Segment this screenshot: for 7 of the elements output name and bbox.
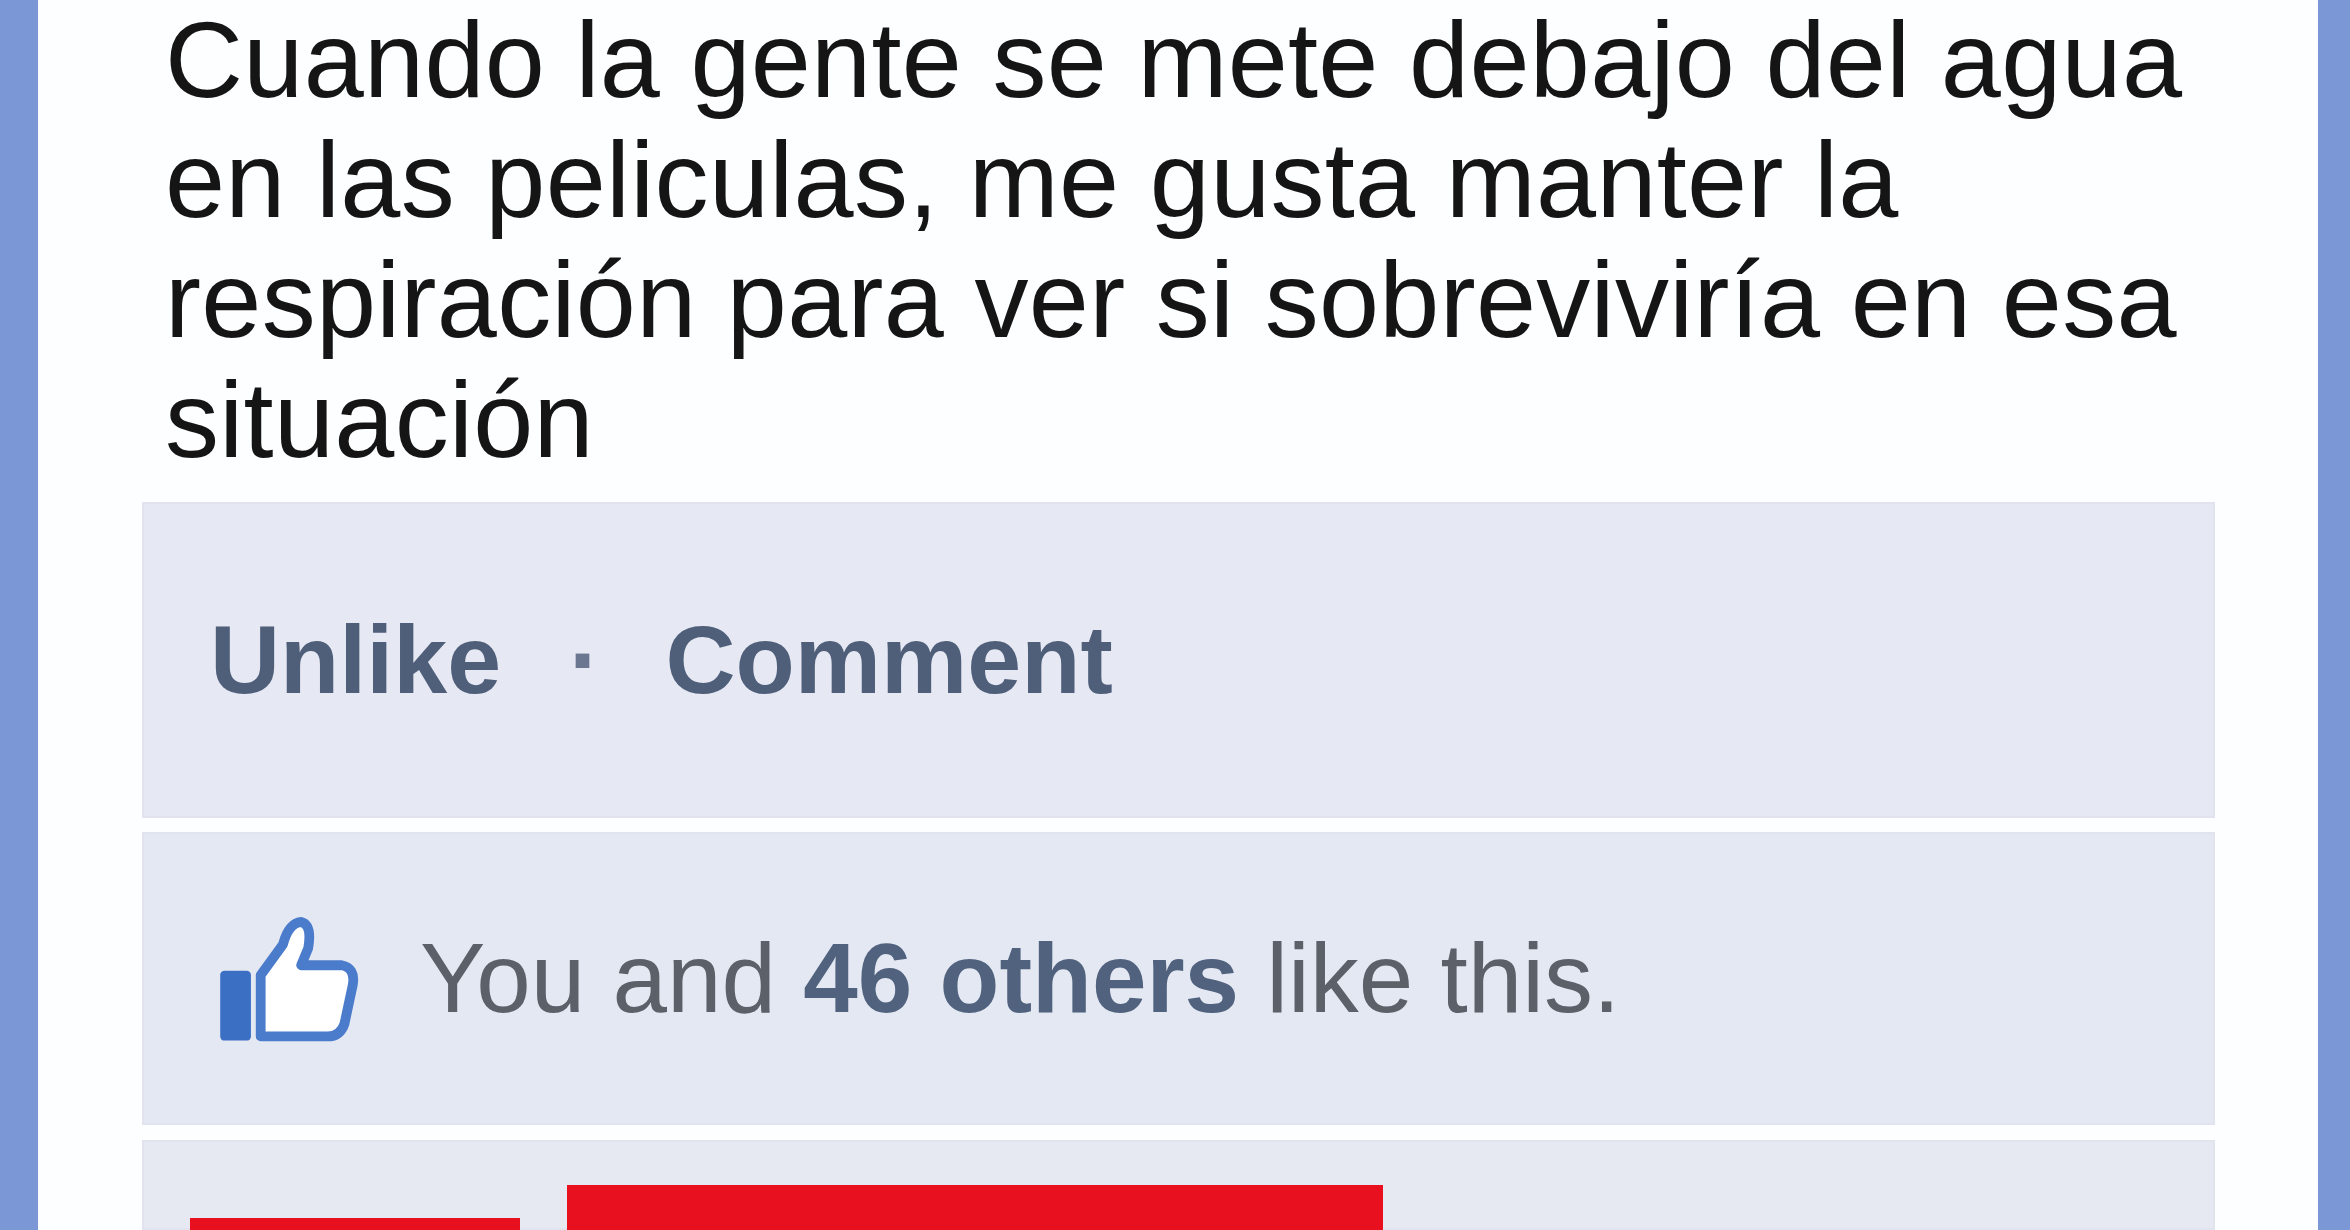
comment-link[interactable]: Comment [665,606,1113,714]
thumbs-up-icon [220,915,360,1042]
unlike-link[interactable]: Unlike [210,606,502,714]
separator-dot: · [568,606,603,714]
post-text: Cuando la gente se mete debajo del agua en las peliculas, me gusta manter la respiración para ver si sobreviviría en esa situación [164,0,2184,482]
likes-sentence: You and 46 others like this. [420,924,1621,1033]
others-link[interactable]: 46 others [803,922,1240,1033]
